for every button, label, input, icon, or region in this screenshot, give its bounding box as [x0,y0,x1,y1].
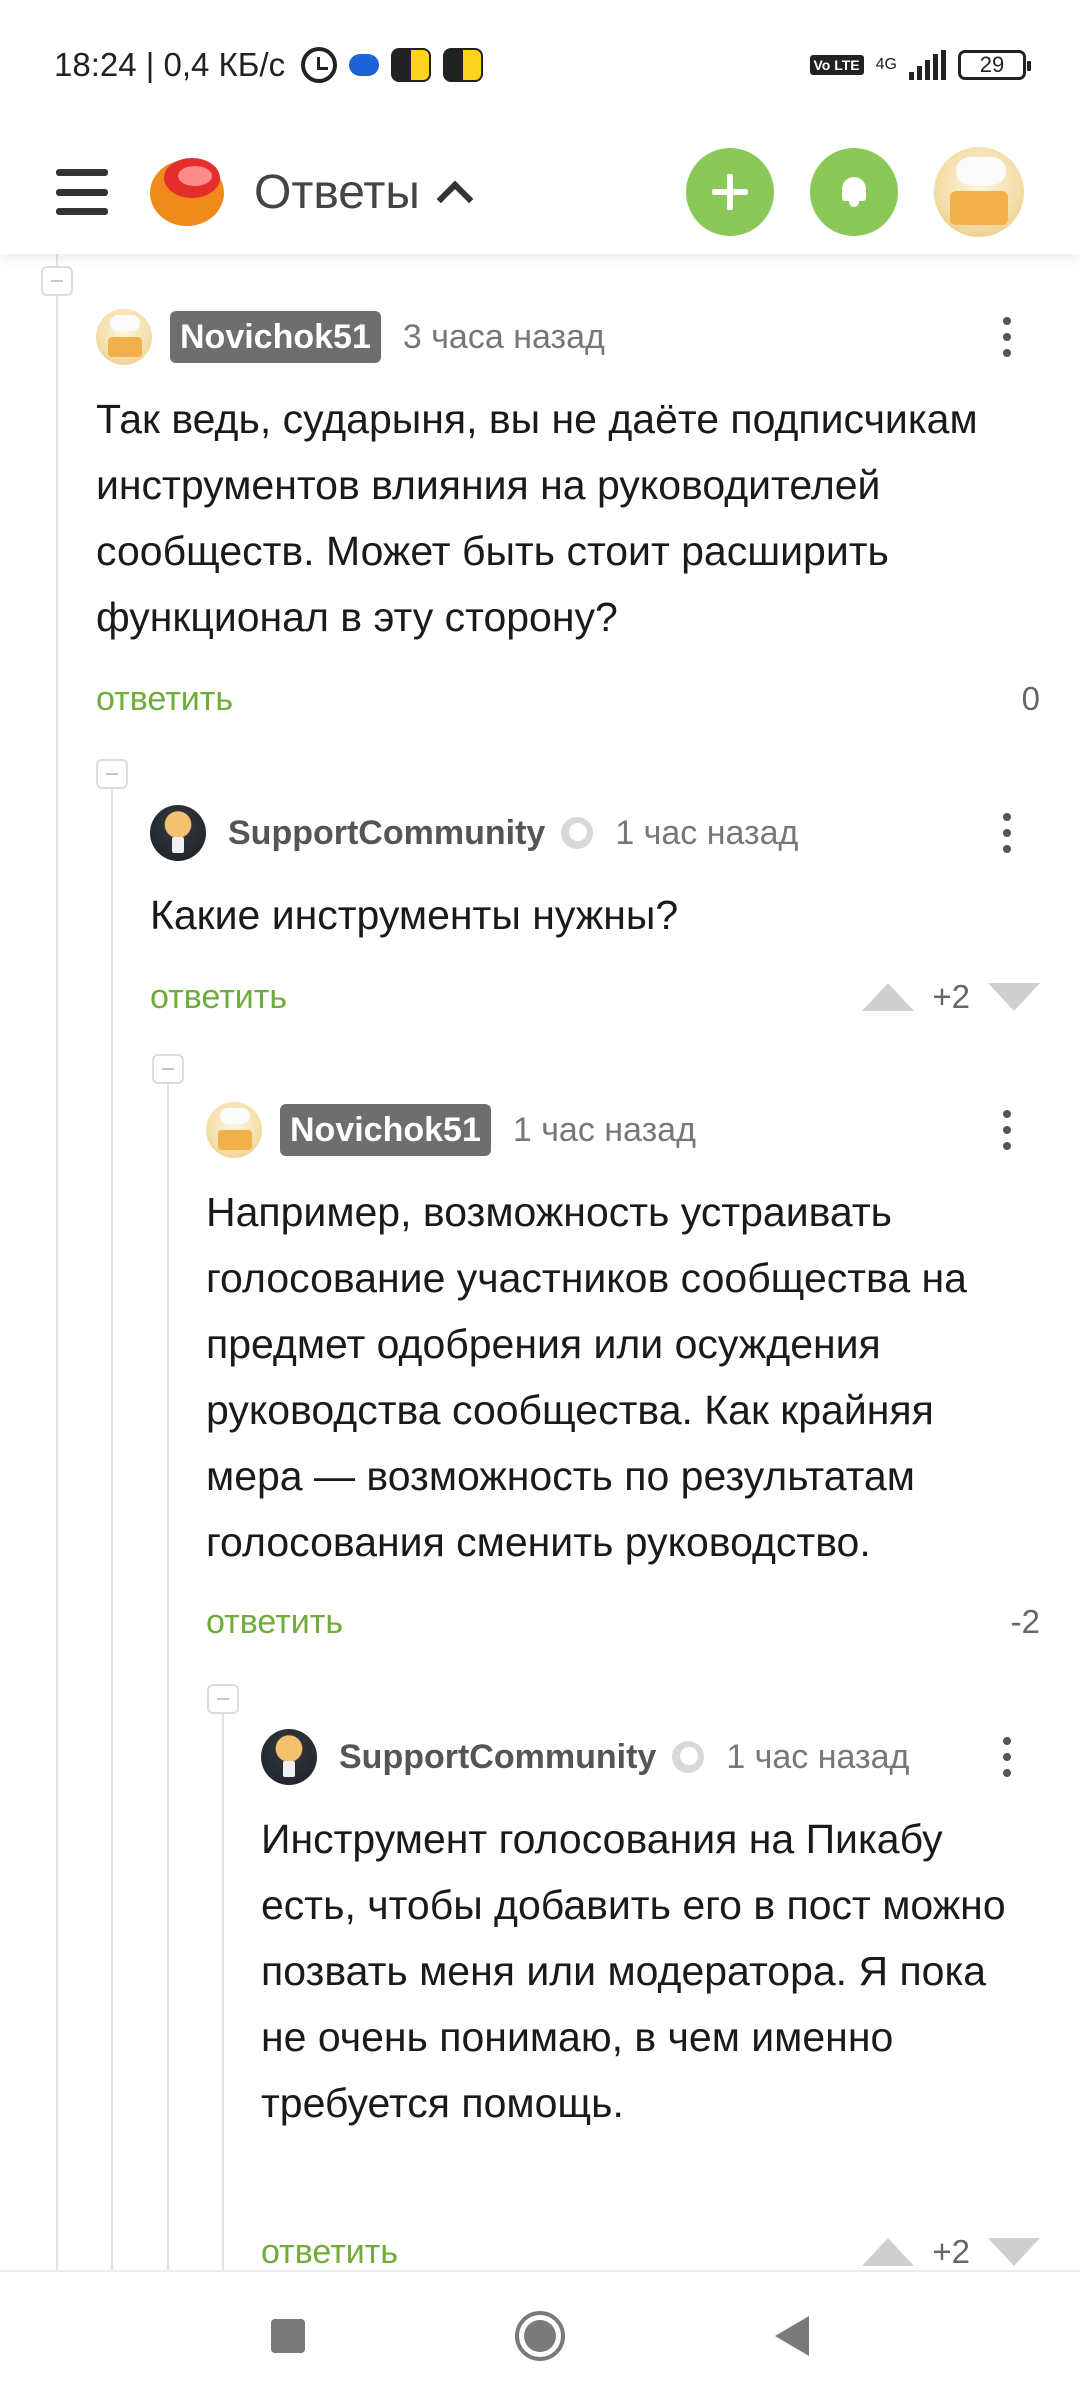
signal-icon [909,50,946,80]
comment-meta: Novichok51 3 часа назад [96,309,605,365]
home-icon[interactable] [515,2311,565,2361]
plus-icon [712,174,748,210]
more-options-icon[interactable] [987,1729,1027,1785]
username-badge[interactable]: Novichok51 [280,1104,491,1156]
username[interactable]: SupportCommunity [228,814,545,853]
verified-icon [672,1741,705,1773]
reply-link[interactable]: ответить [261,2233,398,2271]
comment-meta: SupportCommunity 1 час назад [150,805,798,861]
comment-actions: ответить 0 [96,674,1040,724]
timestamp: 3 часа назад [402,317,605,356]
page-title[interactable]: Ответы [254,165,420,220]
more-options-icon[interactable] [987,309,1027,365]
comment-text: Например, возможность устраивать голосов… [206,1189,967,1565]
collapse-button[interactable] [96,759,128,789]
comment-actions: ответить +2 [150,972,1040,1022]
yandex-taxi-icon-2 [443,48,484,82]
status-time: 18:24 | 0,4 КБ/с [54,46,286,83]
downvote-icon[interactable] [988,983,1040,1011]
rating-score: +2 [932,978,970,1015]
chevron-up-icon[interactable] [436,180,474,218]
system-nav-bar [0,2270,1080,2400]
more-options-icon[interactable] [987,805,1027,861]
reply-link[interactable]: ответить [150,978,287,1017]
verified-icon [561,817,594,849]
pikabu-logo[interactable] [150,156,226,228]
bell-icon [840,177,868,207]
comment-actions: ответить -2 [206,1597,1040,1647]
thread-line [167,1084,169,2270]
reply-link[interactable]: ответить [206,1603,343,1642]
comment-meta: Novichok51 1 час назад [206,1102,696,1158]
collapse-button[interactable] [207,1684,239,1714]
thread-line [222,1714,224,2270]
thread-line [56,254,58,2270]
upvote-icon[interactable] [862,2238,915,2266]
timestamp: 1 час назад [726,1737,910,1776]
thread-line [111,789,113,2270]
comment-meta: SupportCommunity 1 час назад [261,1729,909,1785]
network-type: 4G [875,56,897,73]
profile-avatar[interactable] [934,147,1024,237]
chat-bubble-icon [349,54,380,76]
rating-score: -2 [1010,1603,1040,1640]
comment-thread: Novichok51 3 часа назад Так ведь, судары… [0,254,1080,2270]
timestamp: 1 час назад [512,1110,696,1149]
collapse-button[interactable] [41,266,73,296]
recents-icon[interactable] [271,2319,305,2353]
avatar[interactable] [150,805,206,861]
username[interactable]: SupportCommunity [339,1738,656,1777]
menu-icon[interactable] [56,169,108,215]
timestamp: 1 час назад [615,813,799,852]
comment-text: Так ведь, сударыня, вы не даёте подписчи… [96,396,978,640]
alarm-icon [301,47,338,83]
more-options-icon[interactable] [987,1102,1027,1158]
upvote-icon[interactable] [862,983,915,1011]
battery-icon: 29 [958,50,1031,80]
downvote-icon[interactable] [988,2238,1040,2266]
avatar[interactable] [206,1102,262,1158]
collapse-button[interactable] [152,1054,184,1084]
notifications-button[interactable] [810,148,898,236]
avatar[interactable] [261,1729,317,1785]
app-header: Ответы [0,130,1080,254]
username-badge[interactable]: Novichok51 [170,311,381,363]
reply-link[interactable]: ответить [96,680,233,719]
rating-score: 0 [1021,680,1040,717]
add-post-button[interactable] [686,148,774,236]
rating-score: +2 [932,2233,970,2270]
volte-icon: Vo LTE [809,55,864,75]
avatar[interactable] [96,309,152,365]
comment-actions: ответить +2 [261,2227,1040,2270]
status-bar: 18:24 | 0,4 КБ/с Vo LTE 4G 29 [0,0,1080,130]
yandex-taxi-icon [391,48,432,82]
comment-text: Какие инструменты нужны? [150,892,679,938]
comment-text: Инструмент голосования на Пикабу есть, ч… [261,1816,1006,2126]
back-icon[interactable] [775,2316,809,2356]
